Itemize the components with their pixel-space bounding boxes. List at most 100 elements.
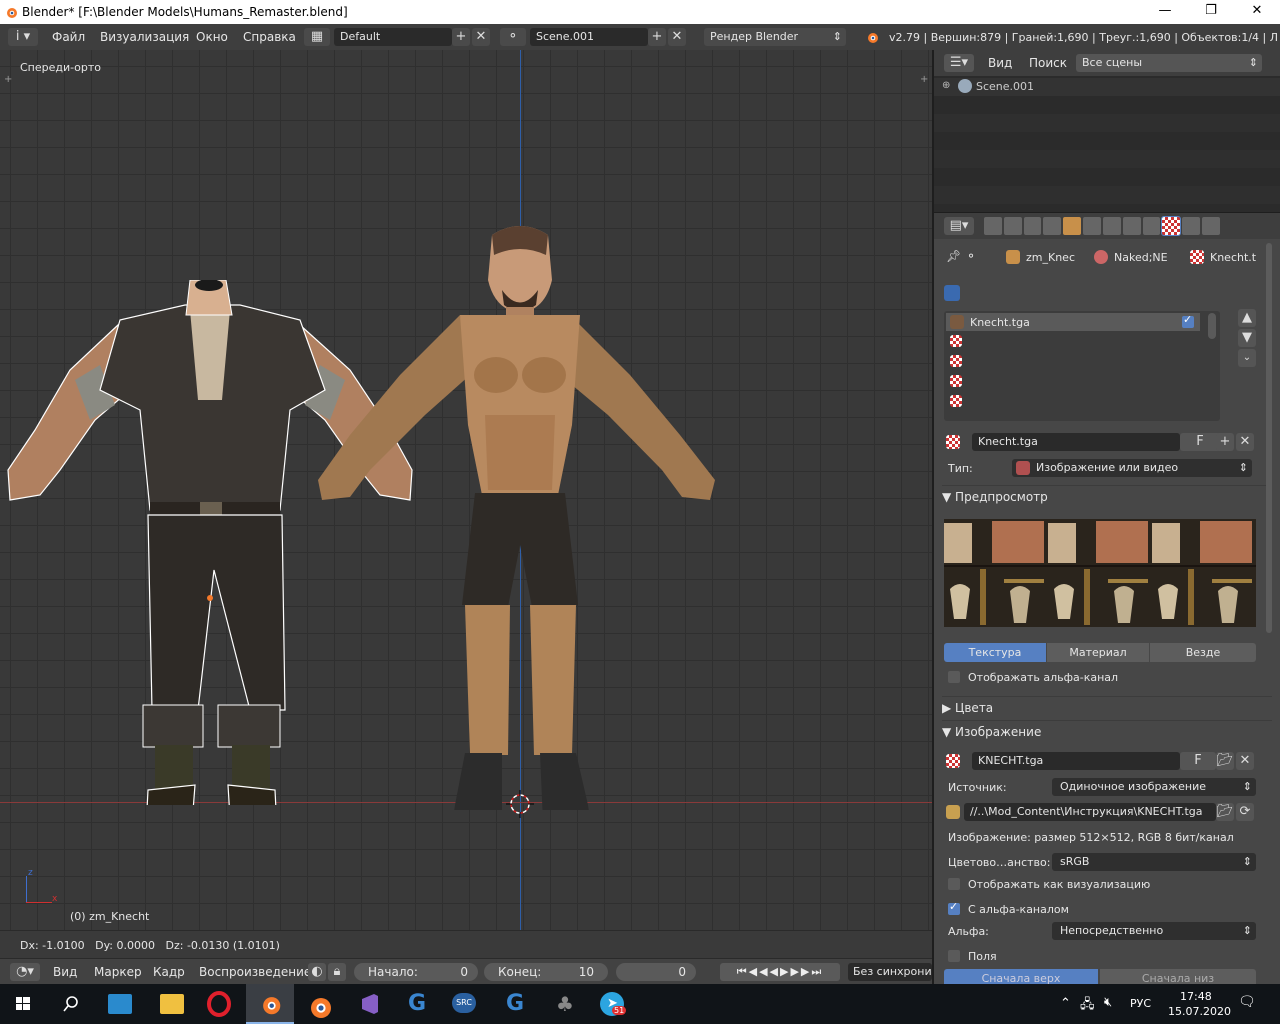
tree-app-icon[interactable]: ♣ <box>550 990 580 1018</box>
src-tool-icon[interactable]: SRC <box>452 993 476 1013</box>
windows-start-icon[interactable] <box>8 990 38 1018</box>
playback-controls[interactable]: ⏮◀◀◀▶▶▶⏭ <box>720 963 840 981</box>
texture-tab-icon[interactable] <box>1161 216 1182 236</box>
timeline-menu-marker[interactable]: Маркер <box>94 965 142 979</box>
view-as-render-checkbox[interactable] <box>948 878 960 890</box>
opera-icon[interactable] <box>204 990 234 1018</box>
outliner-menu-view[interactable]: Вид <box>988 56 1012 70</box>
texture-browse-icon[interactable] <box>946 435 960 449</box>
properties-scrollbar[interactable] <box>1266 243 1272 633</box>
show-hidden-icons[interactable]: ⌃ <box>1060 996 1071 1011</box>
list-scrollbar[interactable] <box>1208 313 1216 339</box>
data-tab-icon[interactable] <box>1122 217 1141 235</box>
add-scene-button[interactable]: + <box>648 28 666 46</box>
menu-file[interactable]: Файл <box>52 30 85 44</box>
volume-icon[interactable]: 🔇︎ <box>1104 995 1112 1010</box>
image-fake-user-button[interactable]: F <box>1180 752 1216 770</box>
outliner-editor-icon[interactable]: ☰▾ <box>944 54 974 72</box>
particles-tab-icon[interactable] <box>1182 217 1201 235</box>
constraints-tab-icon[interactable] <box>1083 217 1101 235</box>
3d-viewport[interactable]: Спереди-орто + + z x (0) zm_Knecht <box>0 50 932 930</box>
fake-user-button[interactable]: F <box>1180 433 1220 451</box>
image-name-field[interactable]: KNECHT.tga <box>972 752 1180 770</box>
material-tab-icon[interactable] <box>1142 217 1161 235</box>
minimize-button[interactable]: — <box>1142 0 1188 24</box>
move-slot-down-button[interactable]: ▼ <box>1238 329 1256 347</box>
language-indicator[interactable]: РУС <box>1130 997 1151 1010</box>
scene-tab-icon[interactable] <box>1023 217 1042 235</box>
new-texture-button[interactable]: + <box>1216 433 1234 451</box>
texture-context-icon[interactable] <box>944 285 960 301</box>
texture-type-select[interactable]: Изображение или видео ⇕ <box>1012 459 1252 477</box>
network-icon[interactable]: 🖧︎ <box>1080 995 1095 1017</box>
image-browse-icon[interactable] <box>946 754 960 768</box>
render-engine-select[interactable]: Рендер Blender ⇕ <box>704 28 846 46</box>
preview-range-icon[interactable]: ◐ <box>308 963 326 981</box>
properties-toggle[interactable]: + <box>920 74 928 85</box>
lock-icon[interactable]: 🔒︎ <box>328 963 346 981</box>
use-alpha-checkbox[interactable] <box>948 900 960 915</box>
object-tab-icon[interactable] <box>1063 217 1082 235</box>
unlink-texture-button[interactable]: ✕ <box>1236 433 1254 451</box>
timeline-menu-playback[interactable]: Воспроизведение <box>199 965 311 979</box>
clock-time[interactable]: 17:48 <box>1180 990 1212 1003</box>
layout-select[interactable]: Default <box>334 28 452 46</box>
remove-scene-button[interactable]: ✕ <box>668 28 686 46</box>
remove-layout-button[interactable]: ✕ <box>472 28 490 46</box>
knecht-mesh[interactable] <box>310 225 730 810</box>
gothic-tool-icon[interactable]: G <box>402 990 432 1018</box>
filepath-field[interactable]: //..\Mod_Content\Инструкция\KNECHT.tga <box>964 803 1216 821</box>
render-tab-icon[interactable] <box>984 217 1002 235</box>
sync-mode-select[interactable]: Без синхрониз <box>848 963 932 981</box>
maximize-button[interactable]: ❐ <box>1188 0 1234 24</box>
preview-texture-tab[interactable]: Текстура <box>944 643 1046 662</box>
scene-icon[interactable]: ⚬ <box>500 28 526 46</box>
preview-both-tab[interactable]: Везде <box>1150 643 1256 662</box>
search-icon[interactable] <box>56 990 86 1018</box>
upper-first-button[interactable]: Сначала верх <box>944 969 1098 985</box>
world-tab-icon[interactable] <box>1043 217 1062 235</box>
blender-icon[interactable] <box>304 992 334 1020</box>
preview-panel-header[interactable]: ▼ Предпросмотр <box>942 485 1272 508</box>
screen-layout-icon[interactable]: ▦ <box>304 28 330 46</box>
texture-name-field[interactable]: Knecht.tga <box>972 433 1180 451</box>
physics-tab-icon[interactable] <box>1202 217 1220 235</box>
file-explorer-icon[interactable] <box>160 994 184 1014</box>
colors-panel-header[interactable]: ▶ Цвета <box>942 696 1272 719</box>
outliner-scene-name[interactable]: Scene.001 <box>976 80 1034 93</box>
preview-material-tab[interactable]: Материал <box>1047 643 1149 662</box>
3d-cursor-icon[interactable] <box>506 790 534 818</box>
outliner-display-mode[interactable]: Все сцены ⇕ <box>1076 54 1262 72</box>
clock-date[interactable]: 15.07.2020 <box>1168 1005 1231 1018</box>
fields-checkbox[interactable] <box>948 950 960 962</box>
show-alpha-checkbox[interactable] <box>948 671 960 683</box>
toolshelf-toggle[interactable]: + <box>4 74 12 85</box>
timeline-menu-view[interactable]: Вид <box>53 965 77 979</box>
menu-window[interactable]: Окно <box>196 30 228 44</box>
editor-type-timeline-icon[interactable]: ◔▾ <box>10 963 40 981</box>
visual-studio-icon[interactable] <box>354 990 384 1018</box>
timeline-menu-frame[interactable]: Кадр <box>153 965 185 979</box>
notifications-icon[interactable]: 🗨︎ <box>1238 994 1256 1010</box>
open-image-button[interactable]: 📂︎ <box>1216 752 1234 770</box>
scene-select[interactable]: Scene.001 <box>530 28 648 46</box>
slot-enabled-checkbox[interactable] <box>1182 313 1194 328</box>
outliner-menu-search[interactable]: Поиск <box>1029 56 1067 70</box>
lower-first-button[interactable]: Сначала низ <box>1100 969 1256 985</box>
slot-specials-button[interactable]: ⌄ <box>1238 349 1256 367</box>
current-frame-field[interactable]: 0 <box>616 963 696 981</box>
expand-icon[interactable]: ⊕ <box>942 80 950 91</box>
close-button[interactable]: ✕ <box>1234 0 1280 24</box>
browse-file-button[interactable]: 📂︎ <box>1216 803 1234 821</box>
unlink-image-button[interactable]: ✕ <box>1236 752 1254 770</box>
control-panel-icon[interactable] <box>108 994 132 1014</box>
pin-icon[interactable]: 📌︎ <box>946 249 961 263</box>
blender-taskbar-active[interactable] <box>246 984 294 1024</box>
pack-icon[interactable] <box>946 805 960 819</box>
end-frame-field[interactable]: Конец: 10 <box>484 963 608 981</box>
reload-image-button[interactable]: ⟳ <box>1236 803 1254 821</box>
properties-editor-icon[interactable]: ▤▾ <box>944 217 974 235</box>
gothic-tool-icon[interactable]: G <box>500 990 530 1018</box>
menu-render[interactable]: Визуализация <box>100 30 189 44</box>
texture-slot-row[interactable]: Knecht.tga <box>946 313 1200 331</box>
